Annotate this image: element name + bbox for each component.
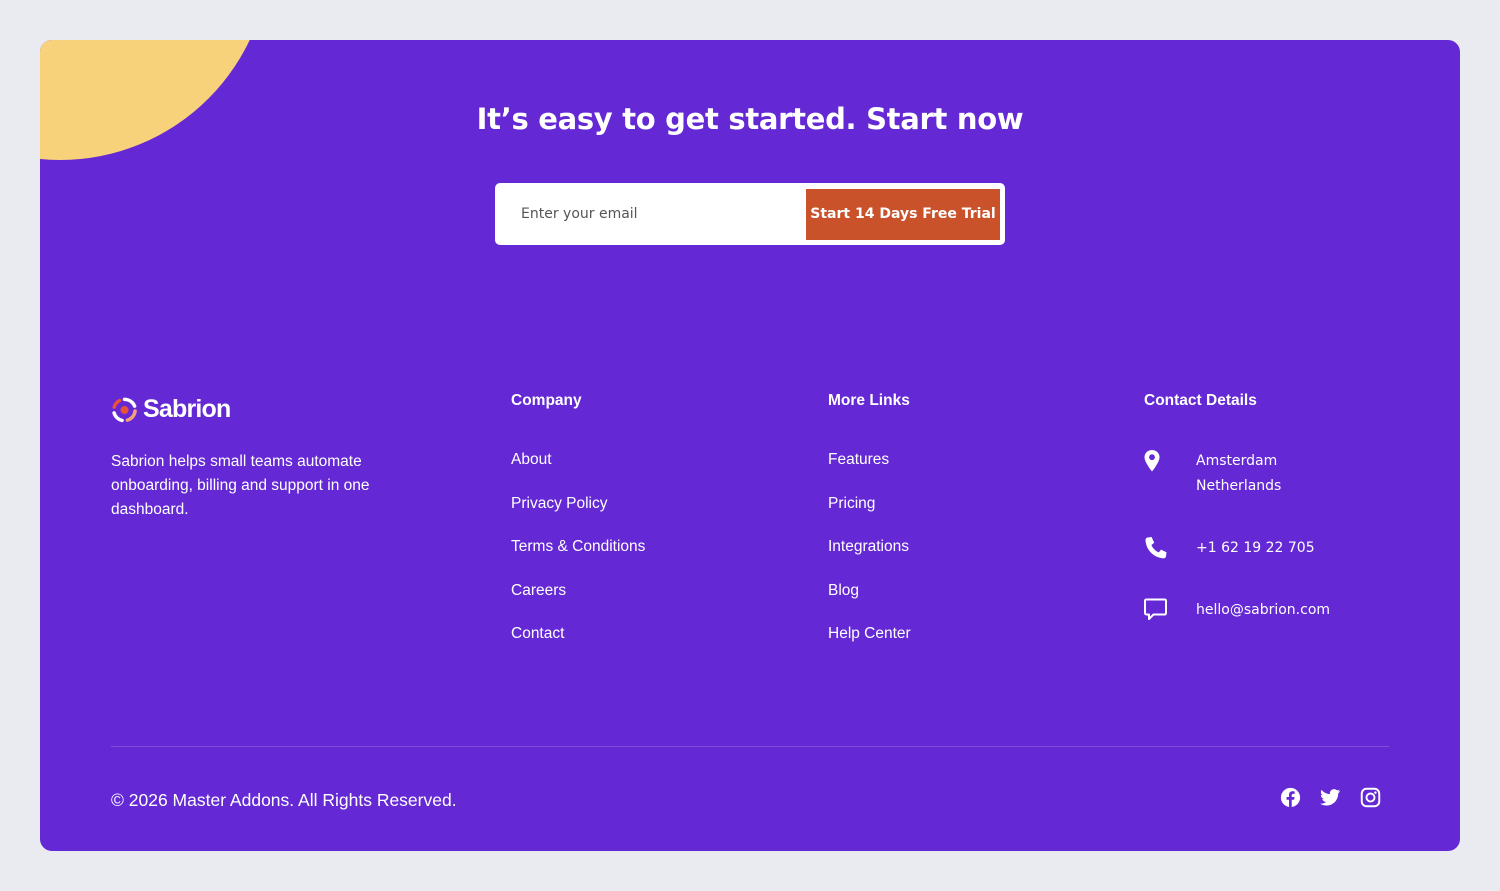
link-about[interactable]: About [511,451,552,468]
email-input[interactable] [521,206,806,222]
more-link-item: Pricing [828,495,911,539]
address-text: Amsterdam Netherlands [1196,449,1281,499]
phone-icon [1145,537,1167,559]
start-trial-button[interactable]: Start 14 Days Free Trial [806,188,1000,240]
company-links: About Privacy Policy Terms & Conditions … [511,451,645,669]
company-link-item: Contact [511,625,645,669]
contact-address: Amsterdam Netherlands [1144,449,1281,499]
company-link-item: Privacy Policy [511,495,645,539]
address-line-1: Amsterdam [1196,453,1278,469]
link-features[interactable]: Features [828,451,889,468]
more-link-item: Integrations [828,538,911,582]
company-heading: Company [511,392,582,409]
contact-phone: +1 62 19 22 705 [1144,536,1315,561]
more-link-item: Help Center [828,625,911,669]
chat-bubble-icon [1144,598,1167,620]
link-integrations[interactable]: Integrations [828,538,909,555]
more-link-item: Features [828,451,911,495]
twitter-icon[interactable] [1320,787,1341,808]
copyright-text: © 2026 Master Addons. All Rights Reserve… [111,790,457,810]
link-contact[interactable]: Contact [511,625,564,642]
link-pricing[interactable]: Pricing [828,495,875,512]
sabrion-logo-icon [112,397,137,422]
company-link-item: About [511,451,645,495]
company-link-item: Careers [511,582,645,626]
email-address[interactable]: hello@sabrion.com [1196,598,1330,623]
link-help-center[interactable]: Help Center [828,625,911,642]
instagram-icon[interactable] [1360,787,1381,808]
link-blog[interactable]: Blog [828,582,859,599]
brand-description: Sabrion helps small teams automate onboa… [111,453,370,518]
link-terms-conditions[interactable]: Terms & Conditions [511,538,645,555]
more-links-heading: More Links [828,392,910,409]
location-pin-icon [1144,450,1160,472]
cta-headline: It’s easy to get started. Start now [476,102,1024,136]
phone-number[interactable]: +1 62 19 22 705 [1196,536,1315,561]
link-careers[interactable]: Careers [511,582,566,599]
address-line-2: Netherlands [1196,478,1282,494]
contact-email: hello@sabrion.com [1144,598,1330,623]
footer-cta-panel: It’s easy to get started. Start now Star… [40,40,1460,851]
company-link-item: Terms & Conditions [511,538,645,582]
facebook-icon[interactable] [1280,787,1301,808]
more-link-item: Blog [828,582,911,626]
link-privacy-policy[interactable]: Privacy Policy [511,495,607,512]
contact-heading: Contact Details [1144,392,1257,409]
decorative-corner-blob [40,40,270,160]
social-links [1280,787,1381,808]
email-signup-form: Start 14 Days Free Trial [495,183,1005,245]
brand-name: Sabrion [143,395,231,423]
more-links-list: Features Pricing Integrations Blog Help … [828,451,911,669]
footer-divider [111,746,1389,747]
brand-logo[interactable]: Sabrion [111,395,231,424]
